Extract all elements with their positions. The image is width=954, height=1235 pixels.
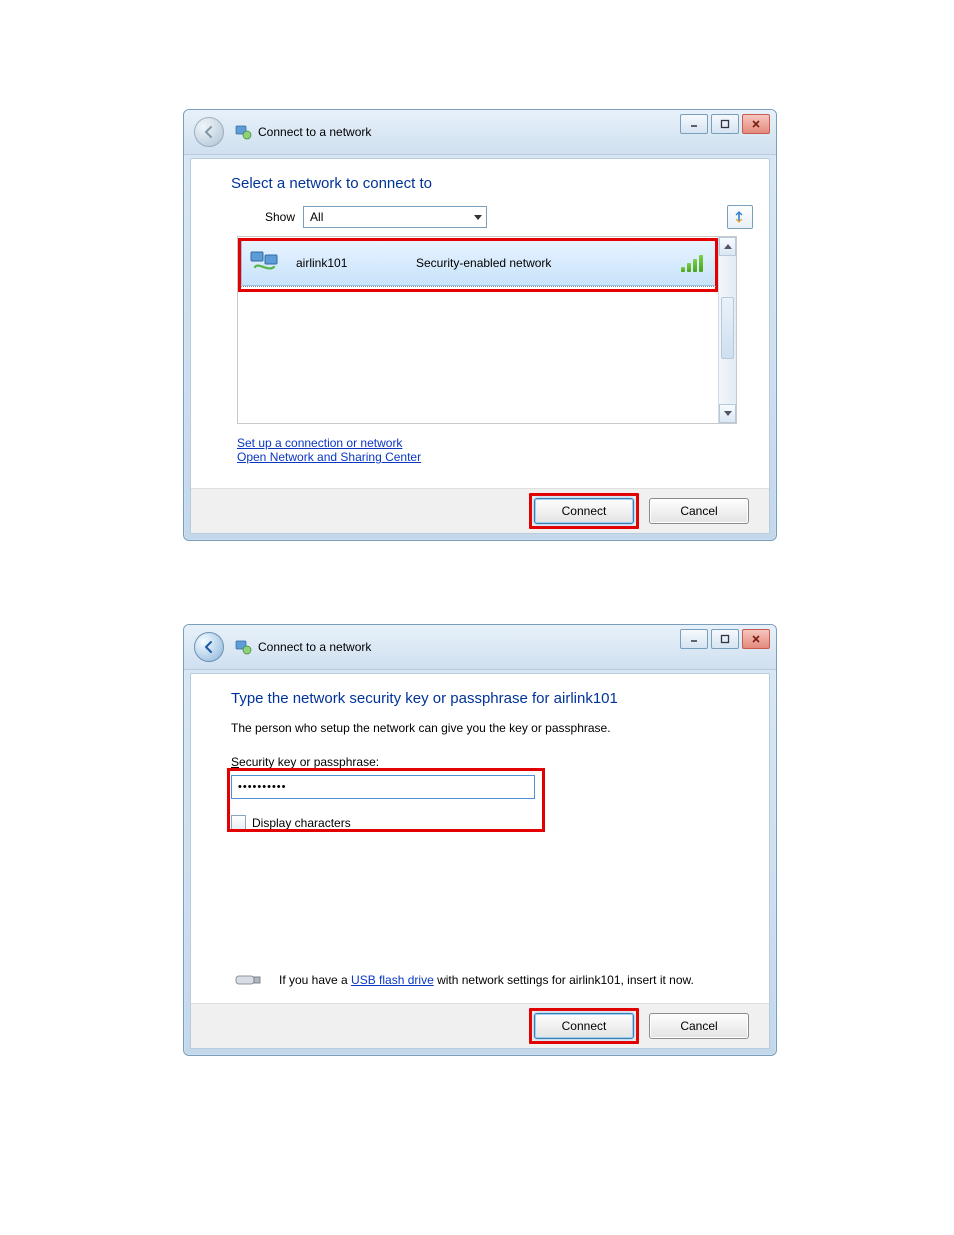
highlight-annotation: Connect	[529, 493, 639, 529]
network-item-airlink101[interactable]: airlink101 Security-enabled network	[241, 240, 716, 286]
window-title: Connect to a network	[258, 640, 371, 654]
network-globe-icon	[234, 638, 252, 656]
minimize-button[interactable]	[680, 114, 708, 134]
row-separator	[241, 286, 716, 287]
network-type-icon	[250, 250, 280, 276]
back-button	[194, 117, 224, 147]
select-network-heading: Select a network to connect to	[231, 175, 741, 192]
triangle-up-icon	[724, 244, 732, 249]
security-key-input[interactable]: ••••••••••	[231, 775, 535, 799]
network-security: Security-enabled network	[416, 256, 551, 270]
setup-connection-link[interactable]: Set up a connection or network	[237, 436, 402, 450]
network-name: airlink101	[296, 256, 416, 270]
scroll-thumb[interactable]	[721, 297, 734, 359]
network-list[interactable]: airlink101 Security-enabled network	[237, 236, 737, 424]
chevron-down-icon	[474, 215, 482, 220]
triangle-down-icon	[724, 411, 732, 416]
passphrase-subtext: The person who setup the network can giv…	[231, 721, 741, 735]
connect-button[interactable]: Connect	[534, 498, 634, 524]
show-filter-row: Show All	[265, 206, 741, 228]
window-controls	[680, 114, 770, 134]
usb-hint-row: If you have a USB flash drive with netwo…	[233, 971, 694, 989]
connect-network-select-window: Connect to a network Select a network to…	[183, 109, 777, 541]
window-title: Connect to a network	[258, 125, 371, 139]
security-key-value: ••••••••••	[238, 781, 287, 793]
network-globe-icon	[234, 123, 252, 141]
display-characters-label: Display characters	[252, 816, 351, 830]
titlebar: Connect to a network	[184, 625, 776, 670]
back-button[interactable]	[194, 632, 224, 662]
usb-hint-text: If you have a USB flash drive with netwo…	[279, 973, 694, 987]
show-label: Show	[265, 210, 295, 224]
scroll-up-button[interactable]	[719, 237, 736, 256]
titlebar: Connect to a network	[184, 110, 776, 155]
window-controls	[680, 629, 770, 649]
show-filter-dropdown[interactable]: All	[303, 206, 487, 228]
highlight-annotation: Connect	[529, 1008, 639, 1044]
usb-drive-icon	[233, 971, 263, 989]
refresh-button[interactable]	[727, 205, 753, 229]
maximize-button[interactable]	[711, 629, 739, 649]
open-network-center-link[interactable]: Open Network and Sharing Center	[237, 450, 421, 464]
close-button[interactable]	[742, 114, 770, 134]
display-characters-row: Display characters	[231, 815, 741, 830]
client-area: Type the network security key or passphr…	[190, 673, 770, 1049]
cancel-button[interactable]: Cancel	[649, 498, 749, 524]
dialog-footer: Connect Cancel	[191, 1003, 769, 1048]
dialog-footer: Connect Cancel	[191, 488, 769, 533]
display-characters-checkbox[interactable]	[231, 815, 246, 830]
passphrase-heading: Type the network security key or passphr…	[231, 690, 741, 707]
list-scrollbar[interactable]	[718, 237, 736, 423]
minimize-button[interactable]	[680, 629, 708, 649]
signal-strength-icon	[681, 254, 703, 272]
close-button[interactable]	[742, 629, 770, 649]
refresh-icon	[733, 210, 747, 224]
security-key-label: Security key or passphrase:	[231, 755, 741, 769]
usb-flash-drive-link[interactable]: USB flash drive	[351, 973, 434, 987]
connect-button[interactable]: Connect	[534, 1013, 634, 1039]
maximize-button[interactable]	[711, 114, 739, 134]
scroll-down-button[interactable]	[719, 404, 736, 423]
cancel-button[interactable]: Cancel	[649, 1013, 749, 1039]
bottom-links: Set up a connection or network Open Netw…	[237, 436, 741, 464]
client-area: Select a network to connect to Show All	[190, 158, 770, 534]
show-filter-value: All	[310, 210, 323, 224]
connect-network-passphrase-window: Connect to a network Type the network se…	[183, 624, 777, 1056]
